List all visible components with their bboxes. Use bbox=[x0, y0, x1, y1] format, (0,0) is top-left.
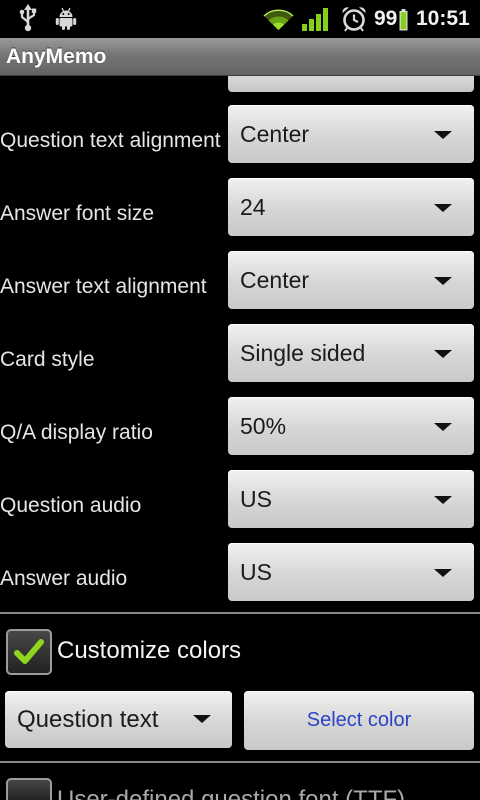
dropdown-arrow-icon bbox=[434, 496, 452, 504]
usb-icon bbox=[19, 4, 37, 32]
dropdown-arrow-icon bbox=[434, 131, 452, 139]
answer-font-size-spinner[interactable]: 24 bbox=[228, 178, 474, 236]
answer-text-alignment-spinner[interactable]: Center bbox=[228, 251, 474, 309]
divider bbox=[0, 612, 480, 614]
android-debug-icon bbox=[55, 7, 77, 30]
answer-audio-spinner[interactable]: US bbox=[228, 543, 474, 601]
spinner-value: 24 bbox=[240, 194, 266, 220]
answer-audio-label: Answer audio bbox=[0, 567, 128, 590]
status-bar: 99 10:51 bbox=[0, 0, 480, 38]
spinner-value: Question text bbox=[17, 706, 159, 733]
spinner-cut-off[interactable] bbox=[228, 76, 474, 92]
answer-font-size-label: Answer font size bbox=[0, 202, 155, 225]
settings-list[interactable]: Question text alignment Center Answer fo… bbox=[0, 76, 480, 800]
clock-time: 10:51 bbox=[416, 7, 470, 30]
battery-level: 99 bbox=[374, 7, 398, 30]
dropdown-arrow-icon bbox=[434, 204, 452, 212]
select-color-button[interactable]: Select color bbox=[244, 691, 474, 750]
customize-colors-checkbox[interactable] bbox=[6, 629, 52, 675]
card-style-spinner[interactable]: Single sided bbox=[228, 324, 474, 382]
spinner-value: Center bbox=[240, 267, 310, 293]
wifi-icon bbox=[263, 9, 294, 30]
dropdown-arrow-icon bbox=[434, 277, 452, 285]
check-icon bbox=[14, 639, 44, 664]
spinner-value: US bbox=[240, 486, 272, 512]
dropdown-arrow-icon bbox=[193, 715, 211, 723]
dropdown-arrow-icon bbox=[434, 350, 452, 358]
user-font-label[interactable]: User-defined question font (TTF) bbox=[57, 778, 405, 800]
spinner-value: Single sided bbox=[240, 340, 366, 366]
alarm-icon bbox=[342, 7, 366, 32]
color-target-spinner[interactable]: Question text bbox=[5, 691, 232, 748]
divider bbox=[0, 761, 480, 763]
question-audio-label: Question audio bbox=[0, 494, 142, 517]
qa-display-ratio-spinner[interactable]: 50% bbox=[228, 397, 474, 455]
question-text-alignment-label: Question text alignment bbox=[0, 129, 221, 152]
battery-icon bbox=[399, 9, 408, 31]
user-font-checkbox[interactable] bbox=[6, 778, 52, 800]
signal-icon bbox=[302, 8, 328, 31]
question-text-alignment-spinner[interactable]: Center bbox=[228, 105, 474, 163]
dropdown-arrow-icon bbox=[434, 569, 452, 577]
question-audio-spinner[interactable]: US bbox=[228, 470, 474, 528]
answer-text-alignment-label: Answer text alignment bbox=[0, 275, 207, 298]
title-bar: AnyMemo bbox=[0, 38, 480, 76]
qa-display-ratio-label: Q/A display ratio bbox=[0, 421, 153, 444]
spinner-value: Center bbox=[240, 121, 310, 147]
card-style-label: Card style bbox=[0, 348, 95, 371]
spinner-value: US bbox=[240, 559, 272, 585]
spinner-value: 50% bbox=[240, 413, 287, 439]
app-title: AnyMemo bbox=[6, 45, 107, 68]
customize-colors-label[interactable]: Customize colors bbox=[57, 637, 241, 665]
dropdown-arrow-icon bbox=[434, 423, 452, 431]
